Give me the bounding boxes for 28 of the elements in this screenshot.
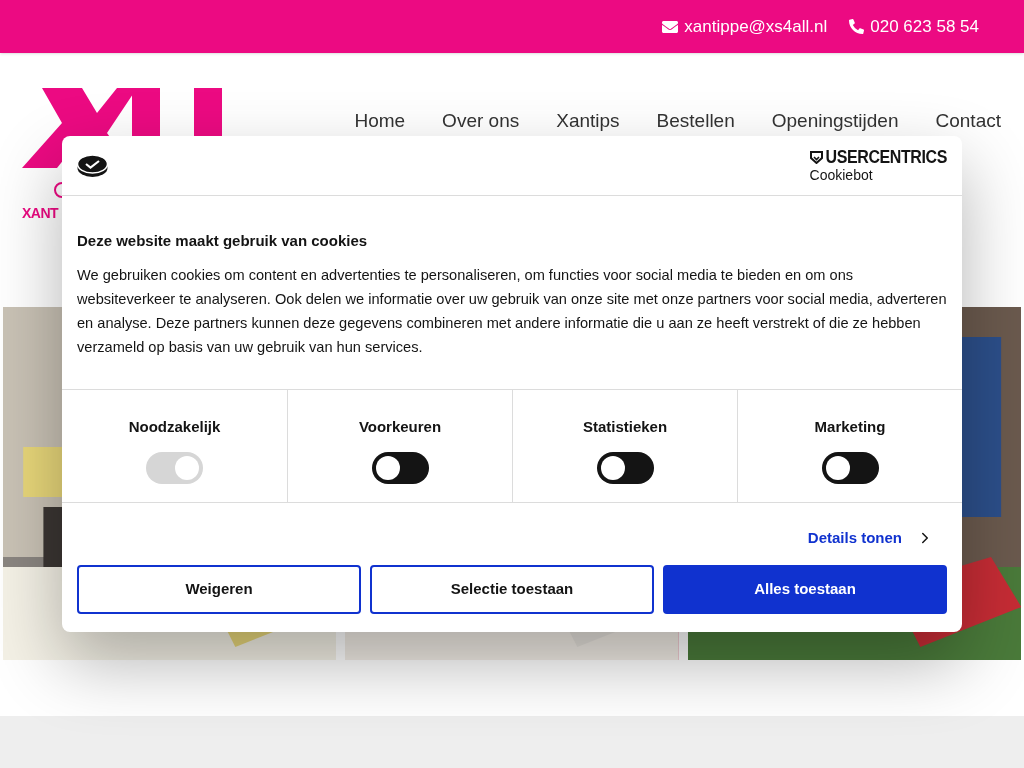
toggle-switch[interactable] bbox=[371, 452, 429, 484]
category-label: Voorkeuren bbox=[358, 416, 442, 437]
brand-name: USERCENTRICS bbox=[825, 148, 947, 167]
email-link[interactable]: xantippe@xs4all.nl bbox=[662, 13, 828, 40]
category-label: Statistieken bbox=[582, 416, 668, 437]
toggle-switch[interactable] bbox=[821, 452, 879, 484]
consent-button[interactable]: Selectie toestaan bbox=[370, 565, 654, 614]
category-label: Marketing bbox=[814, 416, 886, 437]
nav-link[interactable]: Xantips bbox=[556, 107, 620, 136]
toggle-switch[interactable] bbox=[596, 452, 654, 484]
dialog-title: Deze website maakt gebruik van cookies bbox=[77, 231, 369, 251]
product-name: Cookiebot bbox=[809, 167, 874, 182]
shield-icon bbox=[809, 151, 823, 164]
nav-link[interactable]: Over ons bbox=[442, 107, 520, 136]
consent-button[interactable]: Alles toestaan bbox=[663, 565, 947, 614]
nav-link[interactable]: Bestellen bbox=[656, 107, 735, 136]
phone-icon bbox=[849, 19, 865, 34]
details-link[interactable]: Details tonen bbox=[807, 526, 934, 549]
category-label: Noodzakelijk bbox=[128, 416, 221, 437]
cookie-check-icon bbox=[77, 153, 108, 178]
phone-link[interactable]: 020 623 58 54 bbox=[849, 13, 979, 40]
logo-text: XANT bbox=[22, 204, 59, 223]
envelope-icon bbox=[662, 18, 679, 35]
dialog-body: We gebruiken cookies om content en advertenties te personaliseren, om functies voor social media te bieden en om ons websiteverkeer te analyseren. Ook delen we informatie over uw gebruik van onze site met onze partners voor social media, adverteren en analyse. Deze partners kunnen deze gegevens combineren met andere informatie die u aan ze heeft verstrekt of die ze hebben verzameld op basis van uw gebruik van hun services. bbox=[77, 265, 947, 357]
nav-link[interactable]: Home bbox=[354, 107, 406, 136]
nav-link[interactable]: Contact bbox=[935, 107, 1001, 136]
nav-link[interactable]: Openingstijden bbox=[771, 107, 899, 136]
consent-button[interactable]: Weigeren bbox=[77, 565, 361, 614]
